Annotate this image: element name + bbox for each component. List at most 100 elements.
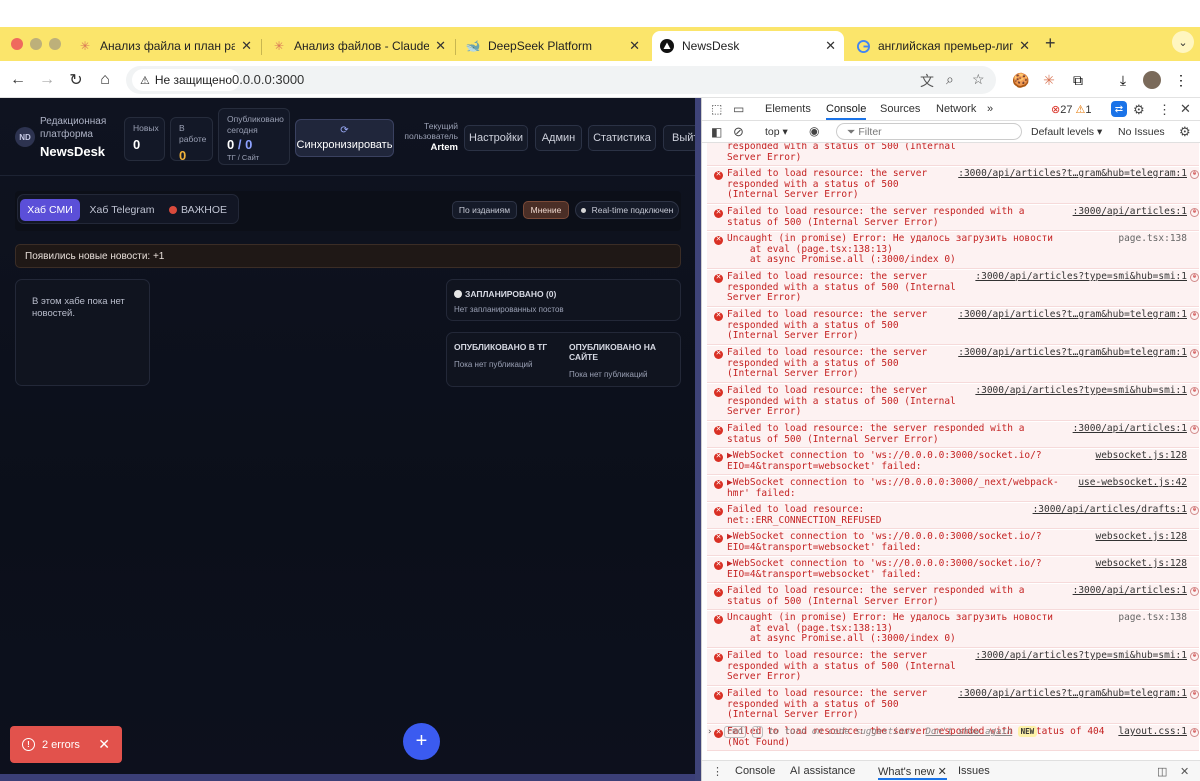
console-error-row[interactable]: ✕ Failed to load resource: the server res… [707,584,1199,610]
network-request-icon[interactable]: ⊕ [1190,170,1199,179]
network-request-icon[interactable]: ⊕ [1190,425,1199,434]
network-request-icon[interactable]: ⊕ [1190,652,1199,661]
sync-button[interactable]: ⟳ Синхронизировать [295,119,394,157]
tab-elements[interactable]: Elements [765,103,811,115]
drawer-tab-console[interactable]: Console [735,765,775,777]
context-select[interactable]: top ▾ [765,126,788,138]
tab-sources[interactable]: Sources [880,103,920,115]
console-error-row[interactable]: ✕ Failed to load resource: the server res… [707,687,1199,724]
new-news-notice[interactable]: Появились новые новости: +1 [15,244,681,268]
browser-tab[interactable]: ✳ Анализ файла и план работы ✕ [70,31,260,61]
console-source-link[interactable]: :3000/api/articles/drafts:1 [1033,504,1187,516]
console-error-row[interactable]: ✕ Uncaught (in promise) Error: Не удалось… [707,232,1199,269]
console-source-link[interactable]: :3000/api/articles?type=smi&hub=smi:1 [975,650,1187,662]
network-request-icon[interactable]: ⊕ [1190,349,1199,358]
console-source-link[interactable]: :3000/api/articles?type=smi&hub=smi:1 [975,385,1187,397]
url-text[interactable]: 0.0.0.0:3000 [232,72,304,87]
close-window-button[interactable] [11,38,23,50]
console-error-row[interactable]: ✕ Failed to load resource: the server res… [707,205,1199,231]
drawer-tab-issues[interactable]: Issues [958,765,990,777]
minimize-window-button[interactable] [30,38,42,50]
console-error-row[interactable]: ✕ Failed to load resource: the server res… [707,346,1199,383]
console-source-link[interactable]: :3000/api/articles:1 [1073,423,1187,435]
claude-extension-icon[interactable]: ✳ [1040,71,1058,89]
tab-important[interactable]: ВАЖНОЕ [166,199,230,221]
network-request-icon[interactable]: ⊕ [1190,506,1199,515]
browser-tab-active[interactable]: NewsDesk ✕ [652,31,844,61]
reload-icon[interactable]: ↻ [65,69,87,91]
add-button[interactable]: + [403,723,440,760]
console-source-link[interactable]: :3000/api/articles?t…gram&hub=telegram:1 [958,347,1187,359]
translate-icon[interactable]: ⽂ [920,71,934,91]
issues-button[interactable]: No Issues [1118,126,1165,138]
home-icon[interactable]: ⌂ [94,69,116,91]
console-error-row[interactable]: ✕ Failed to load resource: the server res… [707,308,1199,345]
filter-opinion[interactable]: Мнение [523,201,569,219]
dock-toggle-icon[interactable]: ◫ [1157,765,1167,778]
tab-console[interactable]: Console [826,103,867,120]
bookmark-star-icon[interactable]: ☆ [972,71,985,88]
console-source-link[interactable]: :3000/api/articles?t…gram&hub=telegram:1 [958,309,1187,321]
console-error-row[interactable]: ✕ Uncaught (in promise) Error: Не удалось… [707,611,1199,648]
more-menu-icon[interactable]: ⋮ [1158,102,1171,118]
error-counter[interactable]: ⊗27 ⚠1 [1051,103,1092,116]
new-tab-plus-icon[interactable]: + [1045,33,1056,54]
browser-tab[interactable]: ✳ Анализ файлов - Claude ✕ [264,31,454,61]
dont-show-again-link[interactable]: Don't show again [926,727,1013,737]
console-source-link[interactable]: websocket.js:128 [1095,531,1187,543]
device-toggle-icon[interactable]: ▭ [733,102,744,116]
filter-input[interactable]: ⏷ Filter [836,123,1022,140]
close-tab-icon[interactable]: ✕ [825,38,836,54]
statistics-button[interactable]: Статистика [588,125,656,151]
gear-icon[interactable]: ⚙ [1133,102,1145,118]
more-menu-icon[interactable]: ⋮ [1172,71,1190,89]
drawer-tab-whats-new[interactable]: What's new ✕ [878,765,947,780]
clear-console-icon[interactable]: ⊘ [733,124,744,140]
console-prompt[interactable]: › cmd i to turn on code suggestions. Don… [707,726,1197,744]
close-tab-icon[interactable]: ✕ [1019,38,1030,54]
ai-assistant-icon[interactable]: ⇄ [1111,101,1127,117]
sidebar-toggle-icon[interactable]: ◧ [711,125,722,139]
address-bar[interactable]: ⚠ Не защищено 0.0.0.0:3000 ⽂ ⌕ ☆ [126,66,996,94]
console-error-row[interactable]: ✕ Failed to load resource: the server res… [707,270,1199,307]
network-request-icon[interactable]: ⊕ [1190,587,1199,596]
network-request-icon[interactable]: ⊕ [1190,690,1199,699]
console-error-row[interactable]: ✕ ▶WebSocket connection to 'ws://0.0.0.0:… [707,449,1199,475]
drawer-tab-ai-assistance[interactable]: AI assistance [790,765,855,777]
console-error-row[interactable]: responded with a status of 500 (Internal… [707,143,1199,166]
settings-button[interactable]: Настройки [464,125,528,151]
console-error-row[interactable]: ✕ ▶WebSocket connection to 'ws://0.0.0.0:… [707,476,1199,502]
network-request-icon[interactable]: ⊕ [1190,311,1199,320]
filter-by-outlet[interactable]: По изданиям [452,201,517,219]
security-chip[interactable]: ⚠ Не защищено [132,69,241,91]
console-source-link[interactable]: use-websocket.js:42 [1078,477,1187,489]
close-drawer-icon[interactable]: ✕ [1180,765,1189,778]
console-source-link[interactable]: websocket.js:128 [1095,558,1187,570]
console-error-row[interactable]: ✕ ▶WebSocket connection to 'ws://0.0.0.0:… [707,530,1199,556]
console-source-link[interactable]: page.tsx:138 [1118,612,1187,624]
console-source-link[interactable]: :3000/api/articles?type=smi&hub=smi:1 [975,271,1187,283]
close-tab-icon[interactable]: ✕ [435,38,446,54]
inspect-element-icon[interactable]: ⬚ [711,102,722,116]
network-request-icon[interactable]: ⊕ [1190,208,1199,217]
admin-button[interactable]: Админ [535,125,582,151]
eye-icon[interactable]: ◉ [809,124,819,138]
gear-icon[interactable]: ⚙ [1179,124,1191,140]
console-source-link[interactable]: :3000/api/articles:1 [1073,585,1187,597]
extensions-puzzle-icon[interactable]: ⧉ [1069,71,1087,89]
zoom-icon[interactable]: ⌕ [946,71,954,88]
console-source-link[interactable]: :3000/api/articles?t…gram&hub=telegram:1 [958,688,1187,700]
console-error-row[interactable]: ✕ Failed to load resource: the server res… [707,649,1199,686]
browser-tab[interactable]: 🐋 DeepSeek Platform ✕ [458,31,648,61]
browser-tab[interactable]: английская премьер-лига - ✕ [848,31,1038,61]
tab-hub-telegram[interactable]: Хаб Telegram [84,199,160,221]
close-icon[interactable]: ✕ [1180,101,1191,117]
close-tab-icon[interactable]: ✕ [241,38,252,54]
tab-network[interactable]: Network [936,103,976,115]
console-error-row[interactable]: ✕ Failed to load resource: the server res… [707,167,1199,204]
console-error-row[interactable]: ✕ Failed to load resource: the server res… [707,384,1199,421]
console-source-link[interactable]: :3000/api/articles:1 [1073,206,1187,218]
close-tab-icon[interactable]: ✕ [629,38,640,54]
log-levels-select[interactable]: Default levels ▾ [1031,126,1102,138]
console-error-row[interactable]: ✕ Failed to load resource: the server res… [707,422,1199,448]
